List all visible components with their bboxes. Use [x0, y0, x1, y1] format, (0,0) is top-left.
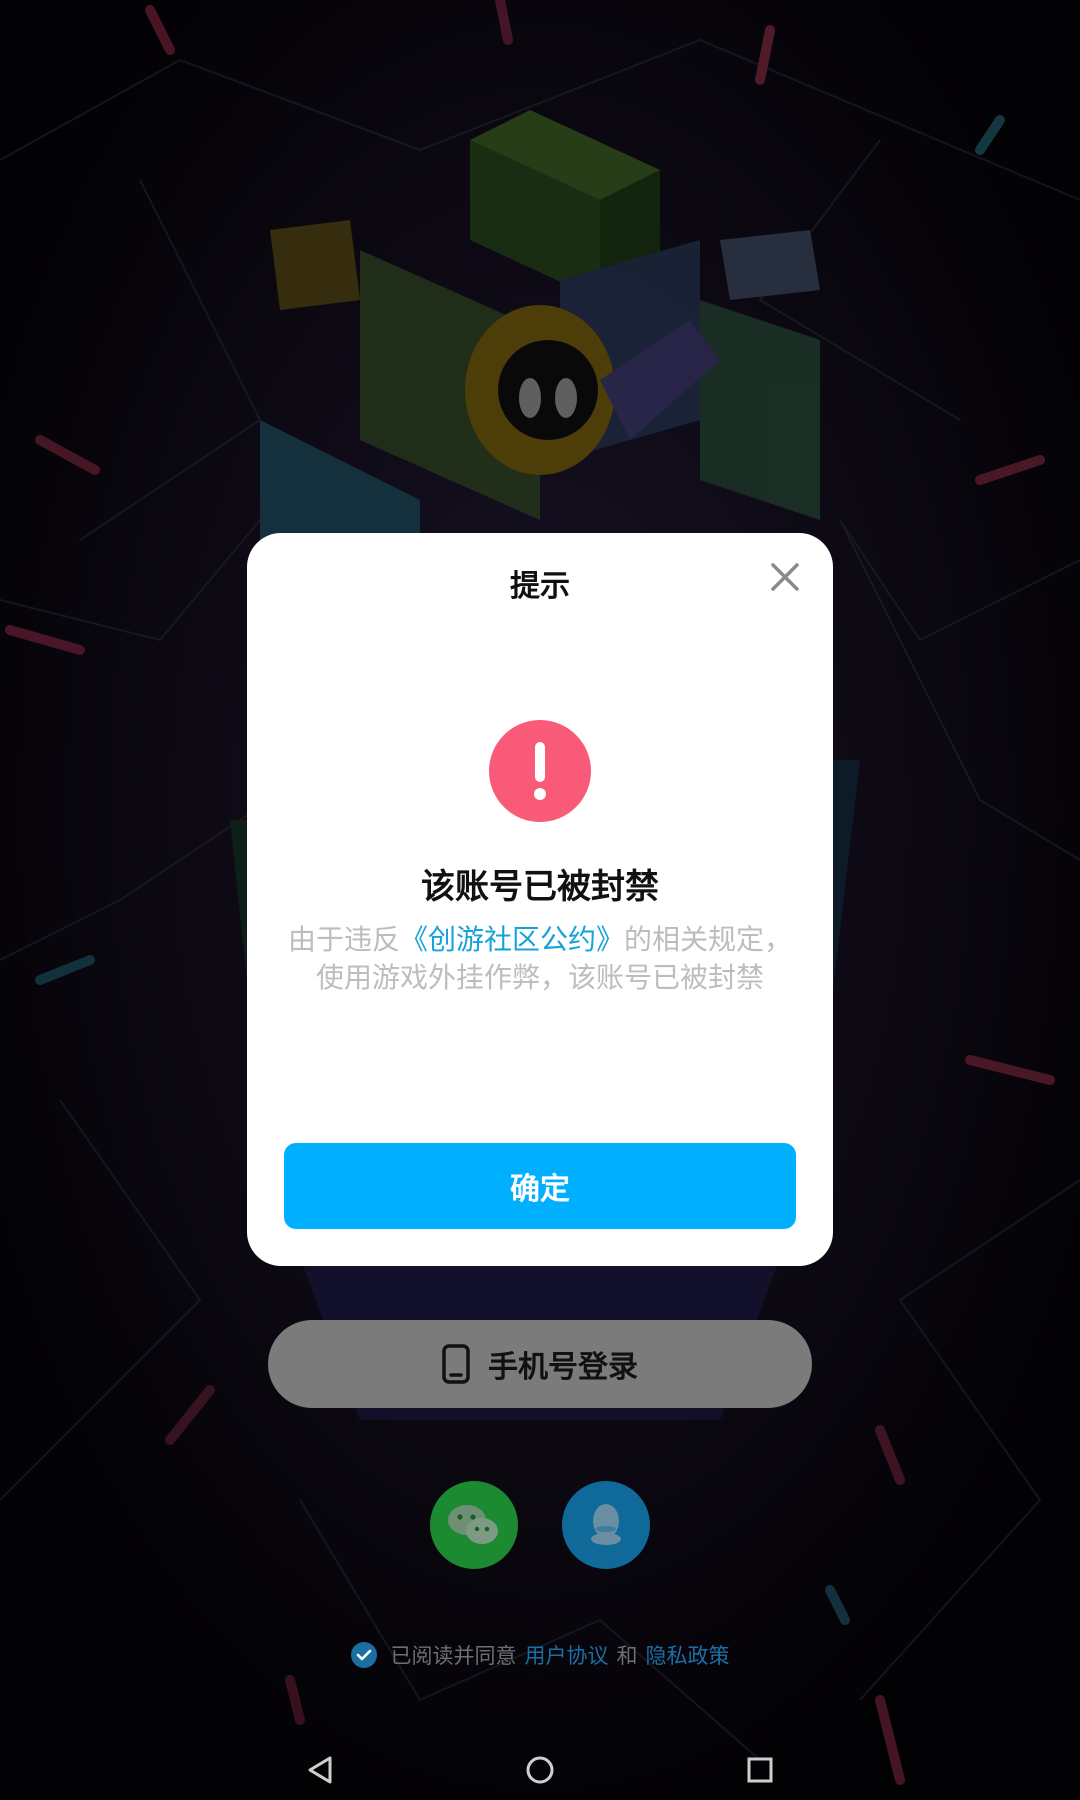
ban-title: 该账号已被封禁	[421, 867, 659, 907]
ban-notice-dialog: 提示 该账号已被封禁 由于违反《创游社区公约》的相关规定，使用游戏外挂作弊，该账…	[247, 533, 833, 1266]
phone-icon	[442, 1344, 470, 1384]
close-icon	[771, 563, 799, 591]
privacy-policy-link[interactable]: 隐私政策	[646, 1640, 730, 1670]
recents-square-icon	[747, 1757, 773, 1783]
qq-login-button[interactable]	[562, 1481, 650, 1569]
agreement-prefix: 已阅读并同意	[390, 1644, 517, 1668]
nav-recents-button[interactable]	[740, 1750, 780, 1790]
wechat-login-button[interactable]	[430, 1481, 518, 1569]
check-icon	[356, 1649, 371, 1661]
community-policy-link[interactable]: 《创游社区公约》	[400, 923, 624, 956]
agreement-checkbox[interactable]	[350, 1642, 377, 1668]
close-button[interactable]	[767, 559, 803, 595]
phone-login-button[interactable]: 手机号登录	[268, 1320, 812, 1408]
wechat-icon	[448, 1505, 498, 1544]
agreement-and: 和	[616, 1644, 638, 1668]
exclamation-icon	[489, 720, 591, 822]
qq-icon	[591, 1504, 621, 1545]
home-circle-icon	[526, 1756, 554, 1784]
system-navigation-bar	[0, 1740, 1080, 1800]
back-triangle-icon	[308, 1756, 332, 1784]
confirm-button[interactable]: 确定	[284, 1143, 796, 1229]
ban-message-prefix: 由于违反	[287, 923, 400, 956]
agreement-row: 已阅读并同意 用户协议 和 隐私政策	[0, 1640, 1080, 1670]
dialog-title: 提示	[510, 569, 570, 604]
nav-home-button[interactable]	[520, 1750, 560, 1790]
ban-message: 由于违反《创游社区公约》的相关规定，使用游戏外挂作弊，该账号已被封禁	[287, 921, 793, 997]
app-screen: 手机号登录 已阅读并同意 用户协议 和 隐私政策 提示 该账号已被封禁 由于违反…	[0, 0, 1080, 1800]
nav-back-button[interactable]	[300, 1750, 340, 1790]
user-agreement-link[interactable]: 用户协议	[525, 1640, 609, 1670]
phone-login-label: 手机号登录	[488, 1350, 638, 1385]
